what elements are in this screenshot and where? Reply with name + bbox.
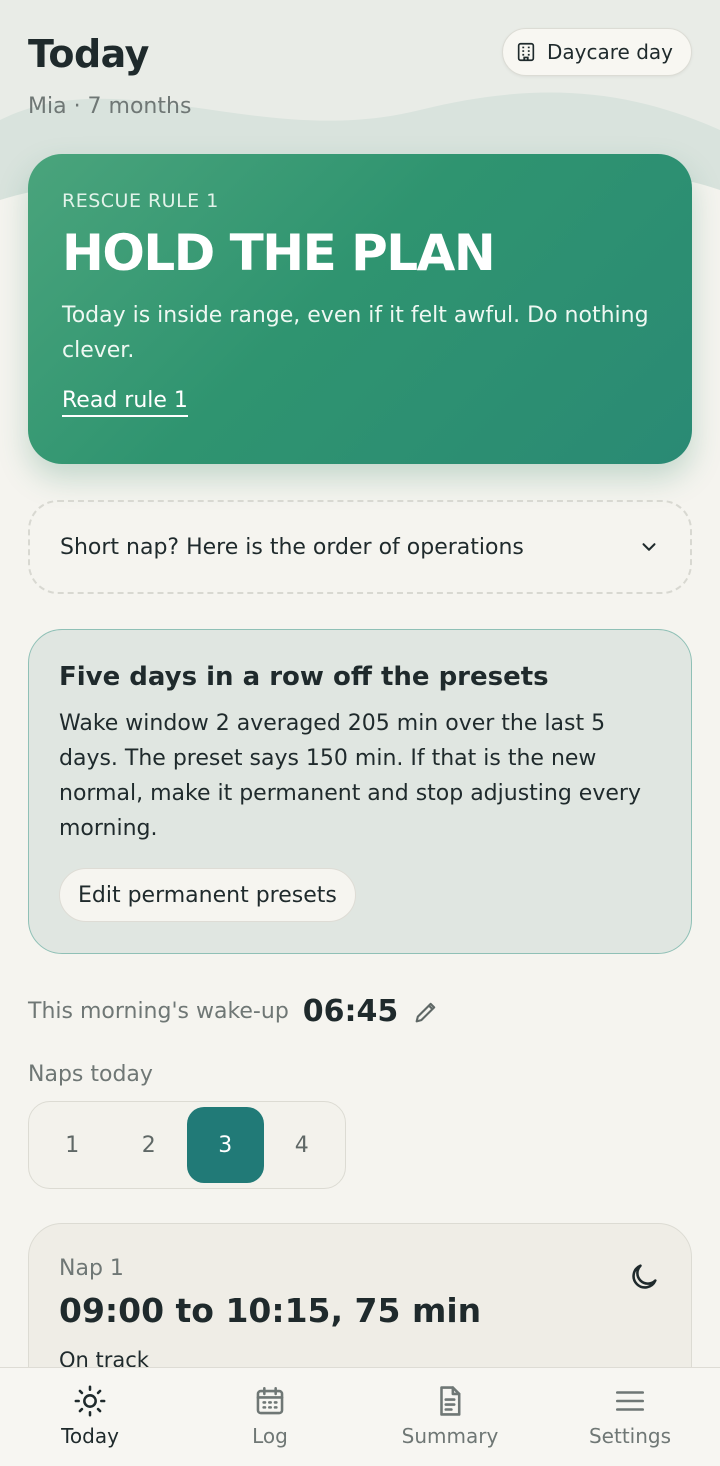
nav-summary[interactable]: Summary [360,1368,540,1466]
nap-count-option-4[interactable]: 4 [264,1107,341,1183]
nav-settings[interactable]: Settings [540,1368,720,1466]
daycare-day-button[interactable]: Daycare day [502,28,692,76]
chevron-down-icon [642,543,656,551]
building-icon [517,42,535,62]
short-nap-accordion[interactable]: Short nap? Here is the order of operatio… [28,500,692,594]
nap-title: Nap 1 [59,1256,124,1281]
nap-count-option-2[interactable]: 2 [111,1107,188,1183]
nap-time: 09:00 to 10:15, 75 min [59,1291,482,1330]
nap-count-option-1[interactable]: 1 [34,1107,111,1183]
daycare-day-label: Daycare day [547,40,673,64]
notice-title: Five days in a row off the presets [59,662,549,692]
document-icon [440,1386,461,1416]
rescue-headline: HOLD THE PLAN [62,224,496,282]
accordion-label: Short nap? Here is the order of operatio… [60,534,524,560]
naps-today-label: Naps today [28,1062,153,1087]
wake-up-label: This morning's wake-up [28,999,289,1024]
nap-count-option-3[interactable]: 3 [187,1107,264,1183]
page-title: Today [28,32,149,76]
nav-log[interactable]: Log [180,1368,360,1466]
rescue-rule-card: RESCUE RULE 1 HOLD THE PLAN Today is ins… [28,154,692,464]
preset-notice-card: Five days in a row off the presets Wake … [28,629,692,954]
nav-log-label: Log [252,1424,288,1448]
nav-summary-label: Summary [401,1424,499,1448]
rescue-body: Today is inside range, even if it felt a… [62,303,649,363]
naps-count-selector: 1 2 3 4 [28,1101,346,1189]
nav-settings-label: Settings [588,1424,672,1448]
child-info: Mia · 7 months [28,94,192,119]
nav-today-label: Today [61,1424,119,1448]
rescue-kicker: RESCUE RULE 1 [62,190,219,212]
edit-presets-button[interactable]: Edit permanent presets [59,868,356,922]
calendar-icon [256,1386,284,1415]
menu-icon [615,1391,645,1411]
notice-body: Wake window 2 averaged 205 min over the … [59,711,641,841]
wake-up-time: 06:45 [302,994,399,1029]
wake-up-row: This morning's wake-up 06:45 [28,994,440,1029]
bottom-navigation: Today Log Summary Settings [0,1367,720,1466]
sun-icon [74,1385,106,1417]
moon-icon [632,1264,657,1289]
nav-today[interactable]: Today [0,1368,180,1466]
read-rule-link[interactable]: Read rule 1 [62,388,188,417]
pencil-icon[interactable] [412,998,440,1026]
